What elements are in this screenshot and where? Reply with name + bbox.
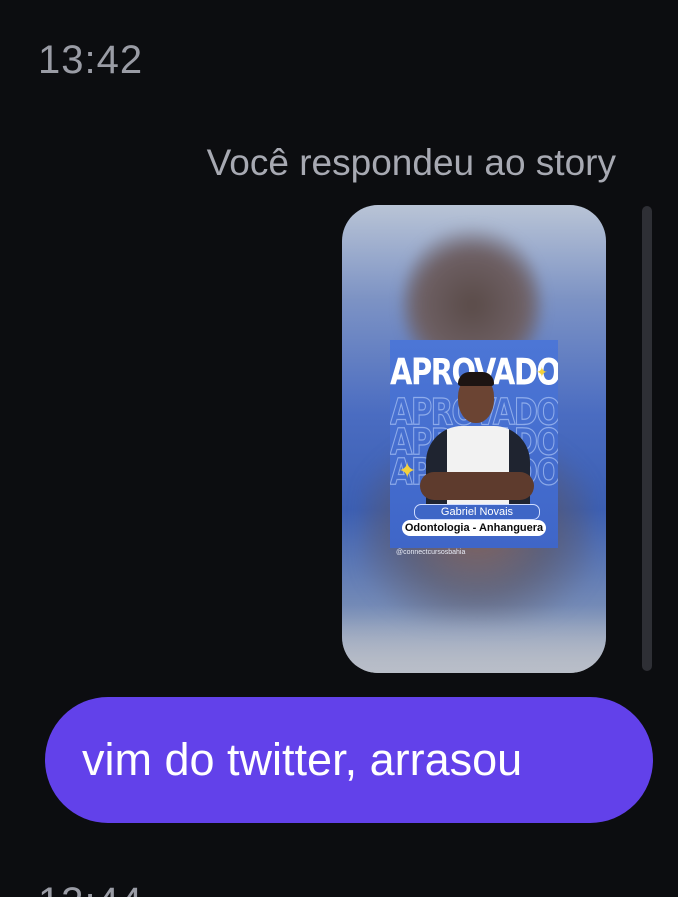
star-icon: ✦ [398, 458, 417, 483]
sent-message-bubble[interactable]: vim do twitter, arrasou [45, 697, 653, 823]
next-message-timestamp: 13:44 [38, 880, 143, 897]
story-post-image: APROVADO APROVADO APROVADO APROVADO ✦ ✦ … [390, 340, 558, 548]
person-figure [426, 426, 530, 516]
post-course: Odontologia - Anhanguera [402, 520, 546, 536]
post-handle: @connectcursosbahia [396, 549, 466, 556]
person-arms [420, 472, 534, 500]
sparkle-icon: ✦ [536, 364, 548, 380]
person-hair [458, 372, 494, 386]
story-reply-note: Você respondeu ao story [206, 142, 616, 183]
story-preview[interactable]: APROVADO APROVADO APROVADO APROVADO ✦ ✦ … [342, 205, 606, 673]
chat-screen: 13:42 Você respondeu ao story APROVADO A… [0, 0, 678, 897]
message-timestamp: 13:42 [38, 38, 144, 82]
scrollbar[interactable] [642, 206, 652, 671]
message-text: vim do twitter, arrasou [82, 734, 523, 785]
story-background-bottom [342, 605, 606, 673]
post-name: Gabriel Novais [414, 504, 540, 520]
